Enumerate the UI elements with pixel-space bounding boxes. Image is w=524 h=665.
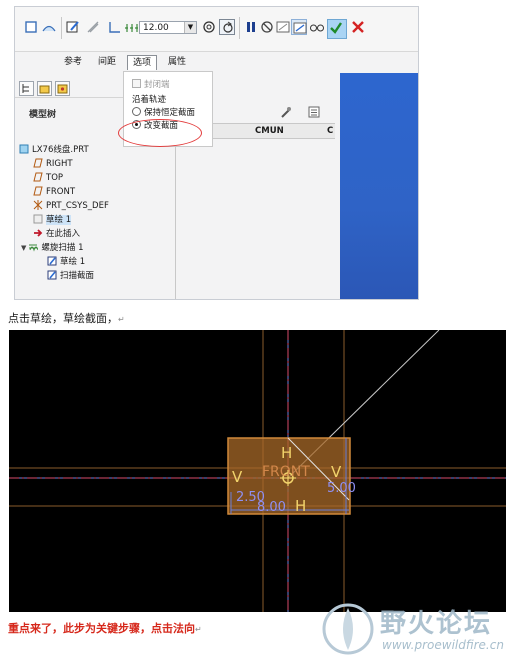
checkbox-icon (132, 79, 141, 88)
live-preview-icon[interactable] (291, 19, 307, 35)
tree-settings-icon[interactable] (279, 105, 293, 119)
solid-icon[interactable] (23, 19, 39, 35)
tree-node-helical-sweep[interactable]: ▼ 螺旋扫描 1 (21, 242, 84, 254)
helical-sweep-icon (28, 242, 39, 252)
attached-preview-icon[interactable] (275, 19, 291, 35)
tree-node-label: FRONT (46, 187, 76, 197)
graphics-window[interactable] (340, 73, 418, 299)
tree-filter-icon[interactable] (307, 105, 321, 119)
tree-node-part[interactable]: LX76线盘.PRT (19, 144, 89, 156)
dashboard-toolbar: 12.00 ▼ (15, 7, 418, 52)
tree-node-label: 在此插入 (46, 229, 81, 239)
tree-node-right[interactable]: RIGHT (33, 158, 73, 170)
tree-node-label: 螺旋扫描 1 (41, 243, 84, 253)
watermark-logo-icon (318, 600, 378, 658)
constraint-h-bottom: H (295, 497, 306, 515)
radio-icon (132, 107, 141, 116)
sketch-edit-icon[interactable] (65, 19, 81, 35)
keep-section-label: 保持恒定截面 (144, 108, 196, 118)
constraint-v-right: V (331, 463, 342, 481)
datum-plane-icon (33, 158, 43, 168)
dashboard-tabs: 参考 间距 选项 属性 (15, 55, 418, 71)
highlight-ellipse (118, 119, 202, 147)
tab-options[interactable]: 选项 (127, 55, 157, 70)
chevron-down-icon[interactable]: ▼ (184, 22, 196, 33)
folder-browser-icon[interactable] (37, 81, 52, 96)
thicken-option-icon[interactable] (123, 20, 138, 36)
glasses-icon[interactable] (309, 19, 325, 35)
keep-section-radio[interactable]: 保持恒定截面 (132, 106, 195, 118)
tree-node-label: PRT_CSYS_DEF (46, 201, 109, 211)
tree-node-sketch[interactable]: 草绘 1 (33, 214, 72, 226)
thicken-icon[interactable] (107, 19, 123, 35)
column-cmun[interactable]: CMUN (255, 126, 284, 136)
constraint-h-top: H (281, 444, 292, 462)
watermark-url: www.proewildfire.cn (382, 638, 504, 652)
tree-node-label: 草绘 1 (46, 215, 72, 225)
datum-plane-icon (33, 186, 43, 196)
thickness-field[interactable]: 12.00 ▼ (139, 21, 197, 34)
tree-node-label: 扫描截面 (60, 271, 95, 281)
tree-node-label: LX76线盘.PRT (32, 145, 89, 155)
sketch-icon (47, 256, 57, 266)
paragraph-mark-icon: ↵ (195, 625, 202, 634)
helix-icon[interactable] (201, 19, 217, 35)
caption-second: 重点来了，此步为关键步骤，点击法向↵ (8, 620, 202, 636)
along-trajectory-label: 沿着轨迹 (132, 95, 167, 105)
no-preview-icon[interactable] (259, 19, 275, 35)
toolbar-divider (239, 17, 240, 39)
caption-second-text: 重点来了，此步为关键步骤，点击法向 (8, 622, 195, 635)
watermark-title: 野火论坛 (380, 609, 493, 639)
dimension-bottom[interactable]: 8.00 (257, 500, 286, 515)
sweep-dashboard-screenshot: 12.00 ▼ 参考 间距 选项 属性 模型树 CMUN C LX76线盘.PR… (14, 6, 419, 300)
surface-icon[interactable] (41, 19, 57, 35)
datum-plane-icon (33, 172, 43, 182)
favorites-icon[interactable] (55, 81, 70, 96)
expand-arrow-icon[interactable]: ▼ (21, 244, 26, 252)
direction-icon[interactable] (219, 19, 235, 35)
tree-node-label: 草绘 1 (60, 257, 86, 267)
caption-first: 点击草绘，草绘截面，↵ (8, 310, 125, 326)
thickness-value: 12.00 (143, 23, 169, 33)
insert-here-icon (33, 228, 43, 238)
sketch-screenshot: H H V V FRONT 2.50 8.00 5.00 (9, 330, 506, 612)
csys-icon (33, 200, 43, 210)
pause-icon[interactable] (243, 19, 259, 35)
tree-node-front[interactable]: FRONT (33, 186, 75, 198)
confirm-icon[interactable] (327, 19, 347, 39)
model-tree-label: 模型树 (29, 110, 57, 120)
paragraph-mark-icon: ↵ (118, 315, 125, 324)
closed-ends-label: 封闭端 (144, 80, 170, 90)
dimension-right[interactable]: 5.00 (327, 481, 356, 496)
remove-material-icon[interactable] (85, 19, 101, 35)
sketch-icon (47, 270, 57, 280)
tab-references[interactable]: 参考 (59, 55, 87, 70)
toolbar-divider (61, 17, 62, 39)
column-divider (175, 123, 176, 299)
tree-node-sub-sketch[interactable]: 草绘 1 (47, 256, 85, 268)
cancel-icon[interactable] (350, 19, 366, 35)
part-icon (19, 144, 29, 154)
caption-first-text: 点击草绘，草绘截面， (8, 312, 118, 325)
tree-node-sweep-section[interactable]: 扫描截面 (47, 270, 94, 282)
tree-node-top[interactable]: TOP (33, 172, 63, 184)
tree-node-label: RIGHT (46, 159, 73, 169)
sketch-canvas[interactable]: H H V V FRONT 2.50 8.00 5.00 (9, 330, 506, 612)
tab-spacing[interactable]: 间距 (93, 55, 121, 70)
model-tree-tab-icon[interactable] (19, 81, 34, 96)
sketch-icon (33, 214, 43, 224)
tab-properties[interactable]: 属性 (163, 55, 191, 70)
closed-ends-checkbox[interactable]: 封闭端 (132, 78, 170, 90)
tree-node-insert-here[interactable]: 在此插入 (33, 228, 80, 240)
tree-node-label: TOP (46, 173, 64, 183)
column-c[interactable]: C (327, 126, 333, 136)
constraint-v-left: V (232, 468, 243, 486)
tree-node-csys[interactable]: PRT_CSYS_DEF (33, 200, 109, 212)
front-plane-label: FRONT (262, 464, 310, 480)
